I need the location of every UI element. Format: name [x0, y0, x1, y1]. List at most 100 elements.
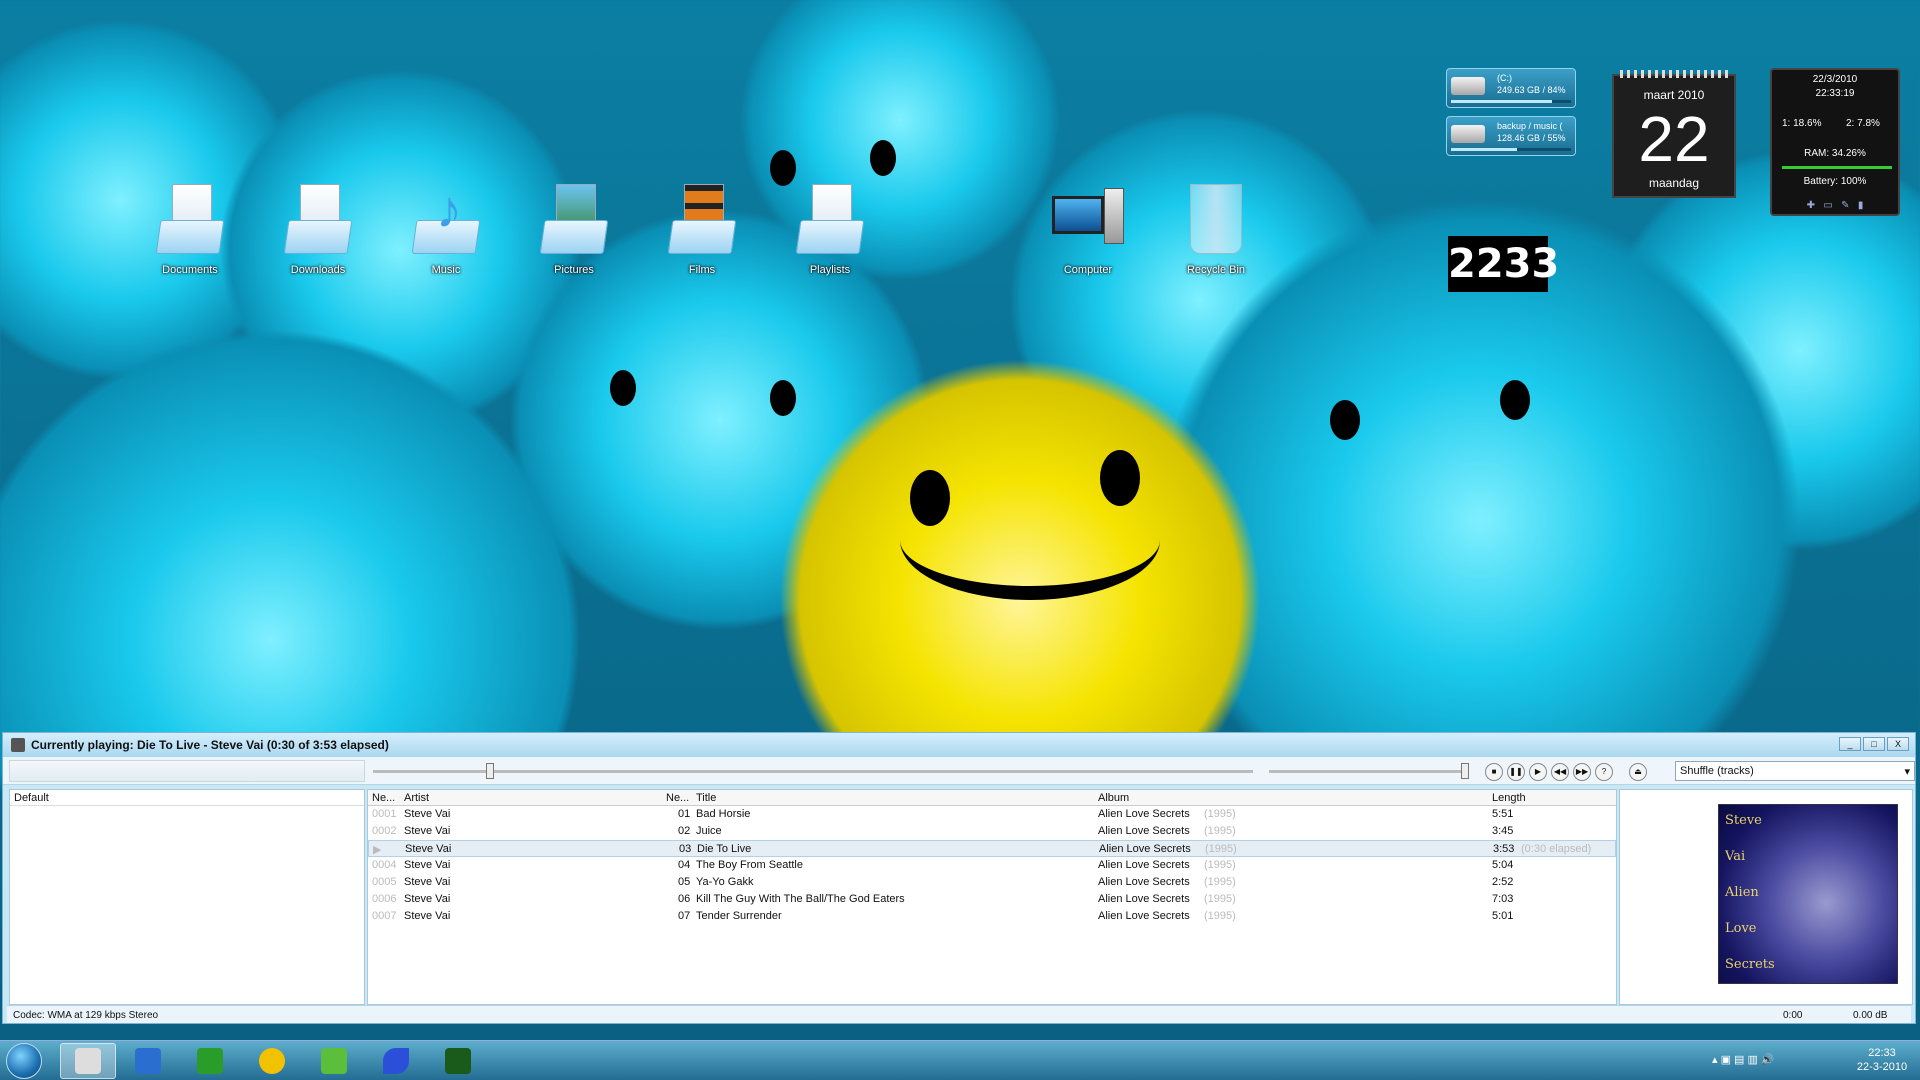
col-album[interactable]: Album: [1098, 792, 1129, 804]
track-index: 02: [678, 825, 691, 837]
track-artist: Steve Vai: [404, 825, 451, 837]
seek-bar[interactable]: [373, 763, 1253, 779]
taskbar-app-network-share[interactable]: [306, 1043, 362, 1079]
desktop-icon-pictures[interactable]: Pictures: [524, 180, 624, 276]
maximize-button[interactable]: □: [1863, 737, 1885, 751]
close-button[interactable]: X: [1887, 737, 1909, 751]
seek-knob[interactable]: [485, 763, 494, 779]
desktop-icon-music[interactable]: ♪ Music: [396, 180, 496, 276]
desktop-icon-label: Recycle Bin: [1186, 264, 1246, 276]
track-year: (1995): [1204, 876, 1236, 888]
pause-icon[interactable]: ❚❚: [1507, 763, 1525, 781]
track-title: Kill The Guy With The Ball/The God Eater…: [696, 893, 905, 905]
status-gain: 0.00 dB: [1853, 1010, 1888, 1021]
track-number: 0006: [372, 893, 397, 905]
desktop-icon-films[interactable]: Films: [652, 180, 752, 276]
col-artist[interactable]: Artist: [404, 792, 429, 804]
track-year: (1995): [1204, 859, 1236, 871]
volume-slider[interactable]: [1269, 763, 1469, 779]
col-length[interactable]: Length: [1492, 792, 1526, 804]
playback-order-dropdown[interactable]: Shuffle (tracks) ▾: [1675, 761, 1915, 781]
track-length: 3:45: [1492, 825, 1514, 837]
col-number[interactable]: Ne...: [372, 792, 395, 804]
flip-clock-gadget[interactable]: 2233: [1448, 236, 1559, 292]
downloads-folder-icon: [278, 180, 358, 260]
window-controls: _ □ X: [1839, 737, 1909, 751]
desktop-icon-downloads[interactable]: Downloads: [268, 180, 368, 276]
desktop-icon-computer[interactable]: Computer: [1038, 180, 1138, 276]
volume-knob[interactable]: [1461, 763, 1469, 779]
drive-name: (C:): [1497, 73, 1512, 83]
track-row[interactable]: 0002 Steve Vai 02 Juice Alien Love Secrets (1…: [368, 823, 1616, 840]
desktop-icon-label: Downloads: [290, 264, 346, 276]
taskbar-app-foobar2000[interactable]: [60, 1043, 116, 1079]
track-row[interactable]: 0007 Steve Vai 07 Tender Surrender Alien Lov…: [368, 908, 1616, 925]
calendar-gadget[interactable]: maart 2010 22 maandag: [1612, 70, 1736, 198]
playlist-header: Ne... Artist Ne... Title Album Length: [368, 790, 1616, 806]
track-year: (1995): [1205, 843, 1237, 855]
films-folder-icon: [662, 180, 742, 260]
col-tracknumber[interactable]: Ne...: [666, 792, 689, 804]
desktop-icon-label: Playlists: [809, 264, 851, 276]
track-row[interactable]: 0004 Steve Vai 04 The Boy From Seattle Alien…: [368, 857, 1616, 874]
playlist-view: Ne... Artist Ne... Title Album Length 00…: [367, 789, 1617, 1005]
sysmon-battery: Battery: 100%: [1803, 176, 1867, 187]
play-icon[interactable]: ▶: [1529, 763, 1547, 781]
sysmon-toolbar-icons[interactable]: ✚ ▭ ✎ ▮: [1772, 200, 1898, 211]
next-icon[interactable]: ▶▶: [1573, 763, 1591, 781]
eject-icon[interactable]: ⏏: [1629, 763, 1647, 781]
track-row[interactable]: 0005 Steve Vai 05 Ya-Yo Gakk Alien Love Secr…: [368, 874, 1616, 891]
status-bar: Codec: WMA at 129 kbps Stereo 0:00 0.00 …: [7, 1005, 1911, 1023]
player-titlebar[interactable]: Currently playing: Die To Live - Steve V…: [3, 733, 1915, 757]
desktop-icon-recycle-bin[interactable]: Recycle Bin: [1166, 180, 1266, 276]
track-row[interactable]: ▶ Steve Vai 03 Die To Live Alien Love Secret…: [368, 840, 1616, 857]
track-index: 07: [678, 910, 691, 922]
computer-icon: [1048, 180, 1128, 260]
tray-clock[interactable]: 22:33 22-3-2010: [1852, 1046, 1912, 1074]
clock-time: 22:33: [1868, 1047, 1896, 1059]
drive-usage-bar: [1451, 100, 1571, 103]
random-icon[interactable]: ?: [1595, 763, 1613, 781]
track-album: Alien Love Secrets: [1098, 893, 1190, 905]
minimize-button[interactable]: _: [1839, 737, 1861, 751]
pictures-library-icon: [534, 180, 614, 260]
track-length: 2:52: [1492, 876, 1514, 888]
spectrum-visualizer: [9, 760, 365, 782]
track-number: 0001: [372, 808, 397, 820]
track-row[interactable]: 0001 Steve Vai 01 Bad Horsie Alien Love Secr…: [368, 806, 1616, 823]
stop-icon[interactable]: ■: [1485, 763, 1503, 781]
track-title: Bad Horsie: [696, 808, 751, 820]
sysmon-cpu2: 2: 7.8%: [1846, 118, 1880, 129]
desktop-icon-playlists[interactable]: Playlists: [780, 180, 880, 276]
sysmon-date: 22/3/2010: [1812, 74, 1858, 85]
network-share-icon: [321, 1048, 347, 1074]
playlist-item-default[interactable]: Default: [10, 790, 364, 806]
track-album: Alien Love Secrets: [1098, 859, 1190, 871]
previous-icon[interactable]: ◀◀: [1551, 763, 1569, 781]
track-row[interactable]: 0006 Steve Vai 06 Kill The Guy With The Bal…: [368, 891, 1616, 908]
recycle-bin-icon: [1176, 180, 1256, 260]
taskbar-app-equalizer[interactable]: [430, 1043, 486, 1079]
track-length: 5:01: [1492, 910, 1514, 922]
drive-gadget-c[interactable]: (C:) 249.63 GB / 84%: [1446, 68, 1576, 108]
taskbar-app-messenger[interactable]: [244, 1043, 300, 1079]
system-monitor-gadget[interactable]: 22/3/2010 22:33:19 1: 18.6% 2: 7.8% RAM:…: [1770, 68, 1900, 216]
documents-library-icon: [150, 180, 230, 260]
sysmon-cpu1: 1: 18.6%: [1782, 118, 1822, 129]
desktop-icon-label: Computer: [1063, 264, 1113, 276]
hard-drive-icon: [1451, 77, 1485, 95]
track-year: (1995): [1204, 910, 1236, 922]
taskbar-app-bird[interactable]: [368, 1043, 424, 1079]
track-year: (1995): [1204, 808, 1236, 820]
start-button[interactable]: [6, 1043, 42, 1079]
drive-gadget-backup[interactable]: backup / music ( 128.46 GB / 55%: [1446, 116, 1576, 156]
player-toolbar: ■ ❚❚ ▶ ◀◀ ▶▶ ? ⏏ Shuffle (tracks) ▾: [3, 757, 1915, 785]
tray-icons[interactable]: ▴ ▣ ▤ ▥ 🔊: [1712, 1053, 1775, 1066]
taskbar-app-utorrent[interactable]: [182, 1043, 238, 1079]
taskbar-app-media-player[interactable]: [120, 1043, 176, 1079]
desktop-icon-documents[interactable]: Documents: [140, 180, 240, 276]
track-artist: Steve Vai: [404, 808, 451, 820]
player-title: Currently playing: Die To Live - Steve V…: [31, 738, 389, 752]
col-title[interactable]: Title: [696, 792, 716, 804]
foobar2000-icon: [75, 1048, 101, 1074]
